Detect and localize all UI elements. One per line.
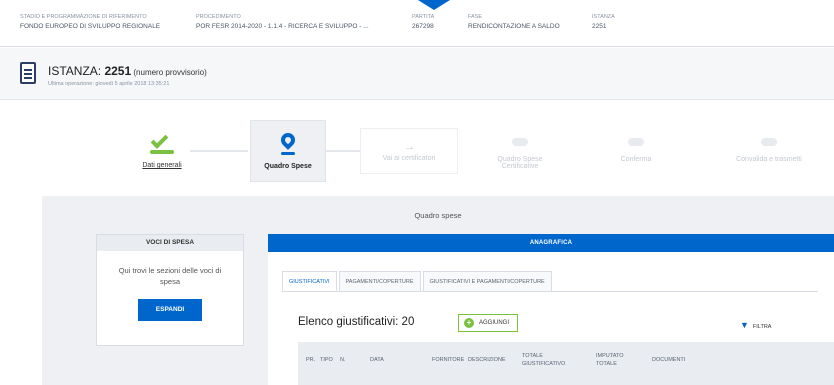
context-value: POR FESR 2014-2020 - 1.1.4 - Ricerca e s… bbox=[196, 23, 369, 30]
context-label: Istanza bbox=[592, 14, 615, 20]
istanza-number: 2251 bbox=[104, 64, 132, 78]
context-label: Partita bbox=[412, 14, 435, 20]
filtra-button[interactable]: ▼ FILTRA bbox=[740, 320, 771, 330]
column-header[interactable]: N. bbox=[340, 356, 346, 364]
filter-icon: ▼ bbox=[740, 320, 749, 330]
title-suffix: (numero provvisorio) bbox=[131, 68, 207, 77]
aggiungi-button[interactable]: + AGGIUNGI bbox=[458, 314, 519, 332]
main-content: Quadro spese VOCI DI SPESA Qui trovi le … bbox=[42, 196, 834, 385]
voci-di-spesa-panel: VOCI DI SPESA Qui trovi le sezioni delle… bbox=[96, 234, 244, 346]
voci-description: Qui trovi le sezioni delle voci di spesa bbox=[118, 266, 222, 286]
column-header[interactable]: PR. bbox=[306, 356, 315, 364]
tab-divider bbox=[282, 291, 818, 292]
tab-bar: GIUSTIFICATIVI PAGAMENTI/COPERTURE GIUST… bbox=[282, 271, 554, 291]
step-convalida[interactable]: Convalida e trasmetti bbox=[714, 136, 824, 163]
step-label: Quadro Spese Certificative bbox=[497, 156, 543, 170]
step-label: Convalida e trasmetti bbox=[736, 156, 802, 163]
step-conferma[interactable]: Conferma bbox=[606, 136, 666, 163]
context-pointer bbox=[418, 0, 450, 10]
context-value: 2251 bbox=[592, 23, 607, 30]
step-connector bbox=[326, 150, 360, 152]
location-pin-icon bbox=[273, 130, 303, 157]
step-label: Vai ai certificatori bbox=[382, 155, 436, 162]
step-quadro-spese[interactable]: Quadro Spese bbox=[250, 120, 326, 182]
context-value: Fondo europeo di sviluppo regionale bbox=[20, 23, 161, 30]
list-title: Elenco giustificativi: 20 bbox=[298, 316, 415, 328]
step-dot-icon bbox=[621, 136, 651, 150]
document-icon bbox=[20, 62, 36, 84]
filtra-label: FILTRA bbox=[752, 324, 772, 330]
arrow-right-icon: → bbox=[404, 141, 415, 153]
page-header: ISTANZA: 2251 (numero provvisorio) Ultim… bbox=[0, 48, 834, 100]
context-label: Fase bbox=[468, 14, 483, 20]
context-istanza: Istanza 2251 bbox=[592, 13, 615, 31]
plus-icon: + bbox=[464, 318, 474, 328]
column-header[interactable]: TIPO bbox=[320, 356, 333, 364]
step-connector bbox=[190, 150, 248, 152]
espandi-button[interactable]: ESPANDI bbox=[138, 299, 202, 321]
title-prefix: ISTANZA: bbox=[48, 64, 105, 78]
wizard-stepper: Dati generali Quadro Spese → Vai ai cert… bbox=[0, 100, 834, 196]
column-header[interactable]: FORNITORE bbox=[432, 356, 464, 364]
table-header: PR. TIPO N. DATA FORNITORE DESCRIZIONE T… bbox=[298, 342, 834, 385]
context-label: Stadio e programmazione di riferimento bbox=[20, 14, 147, 20]
context-procedimento: Procedimento POR FESR 2014-2020 - 1.1.4 … bbox=[196, 13, 369, 31]
tab-giustificativi[interactable]: GIUSTIFICATIVI bbox=[282, 271, 337, 291]
step-label: Conferma bbox=[620, 156, 652, 163]
column-header[interactable]: TOTALE GIUSTIFICATIVO bbox=[522, 352, 572, 368]
column-header[interactable]: DATA bbox=[370, 356, 384, 364]
step-label: Quadro Spese bbox=[264, 163, 312, 170]
step-label: Dati generali bbox=[142, 162, 182, 169]
column-header[interactable]: IMPUTATO TOTALE bbox=[596, 352, 636, 368]
context-fase: Fase Rendicontazione a saldo bbox=[468, 13, 560, 31]
page-title: ISTANZA: 2251 (numero provvisorio) bbox=[48, 64, 207, 78]
column-header[interactable]: DESCRIZIONE bbox=[468, 356, 506, 364]
step-dot-icon bbox=[754, 136, 784, 150]
tab-giustificativi-pagamenti[interactable]: GIUSTIFICATIVI E PAGAMENTI/COPERTURE bbox=[422, 271, 552, 291]
step-dati-generali[interactable]: Dati generali bbox=[130, 131, 194, 169]
context-programma: Stadio e programmazione di riferimento F… bbox=[20, 13, 160, 31]
last-operation: Ultima operazione: giovedì 5 aprile 2018… bbox=[48, 81, 170, 87]
step-certificatori[interactable]: → Vai ai certificatori bbox=[360, 128, 458, 174]
voci-head: VOCI DI SPESA bbox=[97, 235, 243, 251]
section-title: Quadro spese bbox=[414, 211, 462, 220]
checkmark-icon bbox=[147, 131, 177, 156]
context-value: 267298 bbox=[412, 23, 434, 30]
step-quadro-certificative[interactable]: Quadro Spese Certificative bbox=[482, 136, 558, 170]
context-value: Rendicontazione a saldo bbox=[468, 23, 560, 30]
context-partita: Partita 267298 bbox=[412, 13, 434, 31]
tab-pagamenti-coperture[interactable]: PAGAMENTI/COPERTURE bbox=[338, 271, 421, 291]
anagrafica-panel: ANAGRAFICA GIUSTIFICATIVI PAGAMENTI/COPE… bbox=[268, 234, 834, 385]
column-header[interactable]: DOCUMENTI bbox=[652, 356, 685, 364]
step-dot-icon bbox=[505, 136, 535, 150]
context-bar: Stadio e programmazione di riferimento F… bbox=[0, 0, 834, 47]
aggiungi-label: AGGIUNGI bbox=[479, 320, 510, 326]
context-label: Procedimento bbox=[196, 14, 241, 20]
anagrafica-head: ANAGRAFICA bbox=[268, 234, 834, 252]
